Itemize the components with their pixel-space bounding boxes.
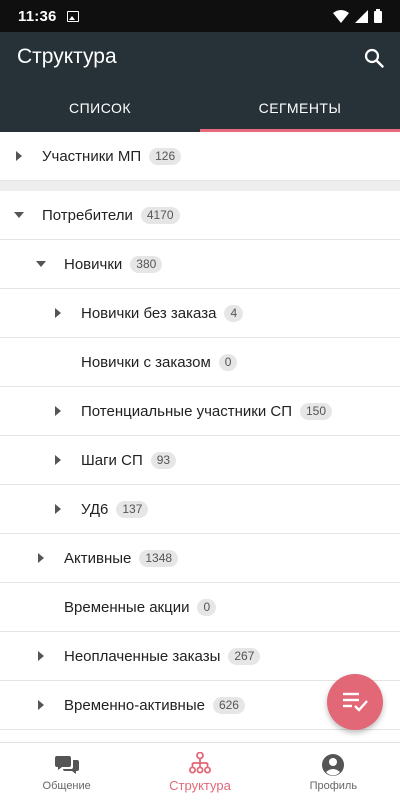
- tab-segments[interactable]: СЕГМЕНТЫ: [200, 84, 400, 132]
- count-badge: 626: [212, 696, 245, 714]
- wifi-icon: [333, 9, 349, 23]
- list-item-label: Новички: [64, 255, 123, 273]
- tab-list-label: СПИСОК: [68, 100, 132, 116]
- expand-arrow-icon[interactable]: [35, 651, 47, 661]
- expand-arrow-icon[interactable]: [52, 308, 64, 318]
- count-badge: 137: [116, 500, 149, 518]
- list-item-label: Потребители: [42, 206, 133, 224]
- list-item-label: Неоплаченные заказы: [64, 647, 221, 665]
- nav-label: Структура: [169, 778, 231, 793]
- search-button[interactable]: [360, 44, 388, 72]
- status-time: 11:36: [18, 7, 57, 25]
- count-badge: 1348: [139, 549, 179, 567]
- structure-icon: [188, 750, 211, 776]
- status-icons: [333, 9, 382, 23]
- gallery-icon: [66, 10, 79, 22]
- count-badge: 267: [228, 647, 261, 665]
- list-item-label: Шаги СП: [81, 451, 143, 469]
- count-badge: 126: [149, 147, 182, 165]
- list-item[interactable]: Новички 380: [0, 240, 400, 289]
- signal-icon: [355, 9, 368, 23]
- list-item-label: Потенциальные участники СП: [81, 402, 292, 420]
- expand-arrow-icon[interactable]: [35, 553, 47, 563]
- count-badge: 4170: [140, 206, 180, 224]
- list-item[interactable]: Временные акции 0: [0, 583, 400, 632]
- count-badge: 4: [224, 304, 244, 322]
- list-item[interactable]: Неоплаченные заказы 267: [0, 632, 400, 681]
- list-item-label: Новички без заказа: [81, 304, 217, 322]
- page-title: Структура: [17, 45, 117, 68]
- count-badge: 0: [197, 598, 217, 616]
- status-bar: 11:36: [0, 0, 400, 32]
- nav-structure[interactable]: Структура: [133, 743, 266, 800]
- tab-bar: СПИСОК СЕГМЕНТЫ: [0, 84, 400, 132]
- count-badge: 380: [130, 255, 163, 273]
- count-badge: 0: [218, 353, 238, 371]
- list-item[interactable]: Потенциальные участники СП 150: [0, 387, 400, 436]
- count-badge: 150: [300, 402, 333, 420]
- app-bar: Структура СПИСОК СЕГМЕНТЫ: [0, 32, 400, 132]
- list-item-label: Активные: [64, 549, 132, 567]
- profile-icon: [321, 752, 345, 778]
- divider: [0, 181, 400, 191]
- nav-label: Общение: [42, 779, 91, 792]
- list-item[interactable]: Новички без заказа 4: [0, 289, 400, 338]
- segment-list: Участники МП 126 Потребители 4170 Новичк…: [0, 132, 400, 742]
- bottom-nav: Общение Структура Профиль: [0, 742, 400, 800]
- list-item[interactable]: Потребители 4170: [0, 191, 400, 240]
- collapse-arrow-icon[interactable]: [13, 212, 25, 218]
- list-item[interactable]: УД6 137: [0, 485, 400, 534]
- battery-icon: [374, 9, 382, 23]
- nav-label: Профиль: [309, 779, 358, 792]
- expand-arrow-icon[interactable]: [52, 504, 64, 514]
- tab-list[interactable]: СПИСОК: [0, 84, 200, 132]
- nav-chat[interactable]: Общение: [0, 743, 133, 800]
- search-icon: [364, 48, 384, 68]
- list-item-label: Участники МП: [42, 147, 142, 165]
- list-item-label: Временно-активные: [64, 696, 205, 714]
- chat-icon: [54, 752, 80, 778]
- nav-profile[interactable]: Профиль: [267, 743, 400, 800]
- list-item[interactable]: Участники МП 126: [0, 132, 400, 181]
- tab-segments-label: СЕГМЕНТЫ: [258, 100, 342, 116]
- list-item[interactable]: Новички с заказом 0: [0, 338, 400, 387]
- expand-arrow-icon[interactable]: [52, 455, 64, 465]
- list-item-label: УД6: [81, 500, 109, 518]
- task-list-button[interactable]: [327, 674, 383, 730]
- count-badge: 93: [150, 451, 177, 469]
- list-item[interactable]: Шаги СП 93: [0, 436, 400, 485]
- list-item-label: Новички с заказом: [81, 353, 211, 371]
- expand-arrow-icon[interactable]: [13, 151, 25, 161]
- list-item[interactable]: Активные 1348: [0, 534, 400, 583]
- list-item-label: Временные акции: [64, 598, 190, 616]
- expand-arrow-icon[interactable]: [35, 700, 47, 710]
- collapse-arrow-icon[interactable]: [35, 261, 47, 267]
- expand-arrow-icon[interactable]: [52, 406, 64, 416]
- checklist-icon: [343, 692, 368, 712]
